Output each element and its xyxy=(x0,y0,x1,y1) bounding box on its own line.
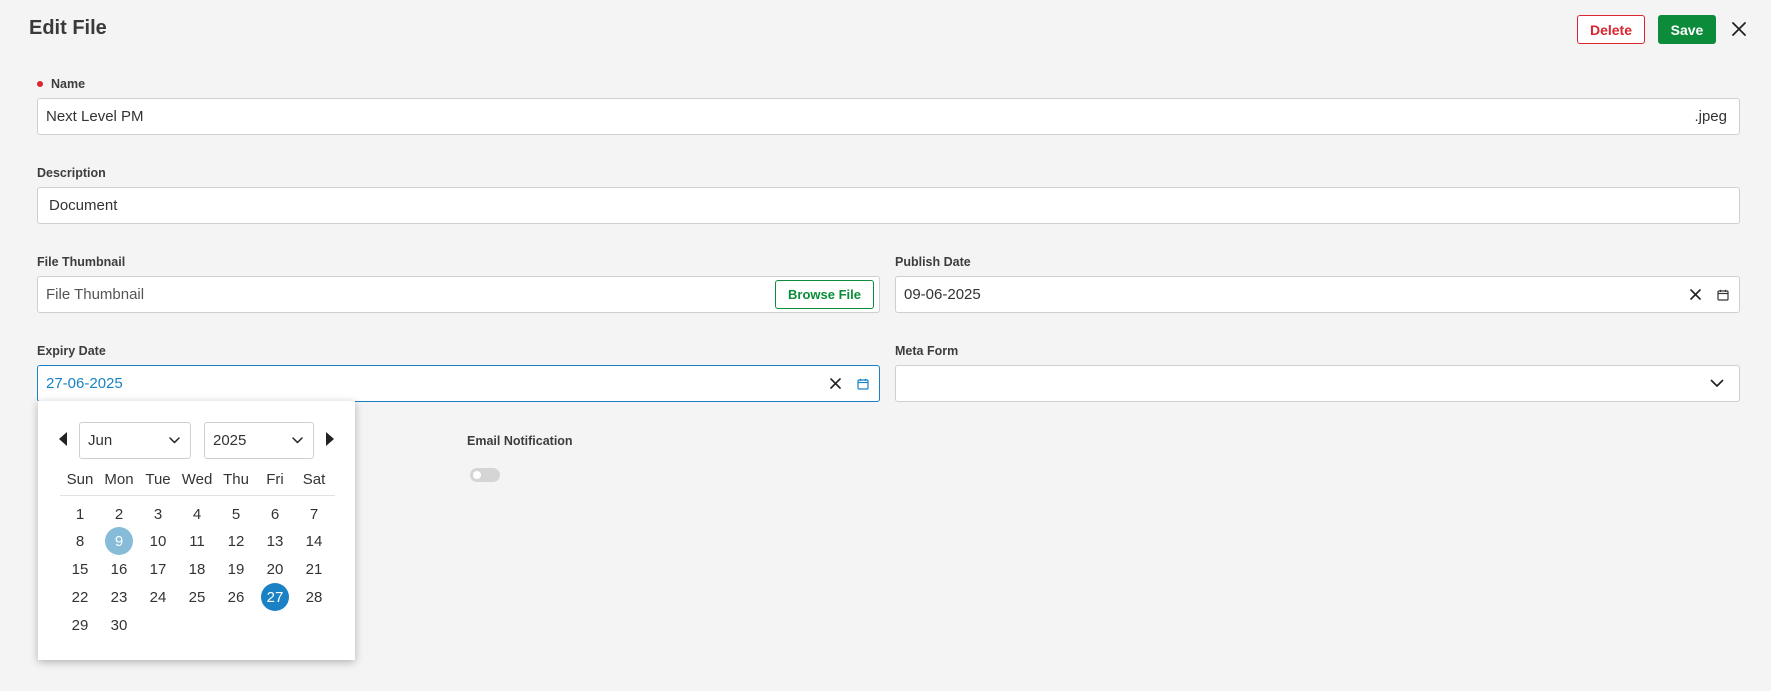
calendar-day[interactable]: 11 xyxy=(183,527,211,555)
date-picker-popup: Jun 2025 Sun Mon Tue Wed Thu Fri Sat 123456789… xyxy=(38,401,355,660)
divider xyxy=(60,495,335,496)
calendar-day[interactable]: 10 xyxy=(144,527,172,555)
save-button[interactable]: Save xyxy=(1658,15,1716,44)
weekday-label: Sat xyxy=(302,471,326,488)
calendar-day[interactable]: 29 xyxy=(66,611,94,639)
calendar-day[interactable]: 19 xyxy=(222,555,250,583)
name-label: Name xyxy=(51,77,86,91)
calendar-day[interactable]: 28 xyxy=(300,583,328,611)
publish-date-field[interactable]: 09-06-2025 xyxy=(895,276,1740,313)
previous-month-icon[interactable] xyxy=(56,430,70,448)
calendar-day[interactable]: 4 xyxy=(183,500,211,528)
page-title: Edit File xyxy=(29,17,107,39)
file-thumbnail-label: File Thumbnail xyxy=(37,255,126,269)
calendar-day[interactable]: 9 xyxy=(105,527,133,555)
description-value: Document xyxy=(49,197,118,214)
year-select[interactable]: 2025 xyxy=(204,422,314,459)
expiry-date-field[interactable]: 27-06-2025 xyxy=(37,365,880,402)
chevron-down-icon xyxy=(169,437,180,444)
weekday-header: Sun Mon Tue Wed Thu Fri Sat xyxy=(58,471,335,491)
toggle-knob xyxy=(473,471,481,479)
file-thumbnail-placeholder: File Thumbnail xyxy=(46,286,145,303)
calendar-day[interactable]: 17 xyxy=(144,555,172,583)
calendar-icon[interactable] xyxy=(849,370,877,398)
calendar-day[interactable]: 2 xyxy=(105,500,133,528)
description-label: Description xyxy=(37,166,106,180)
meta-form-label: Meta Form xyxy=(895,344,959,358)
delete-button[interactable]: Delete xyxy=(1577,15,1645,44)
calendar-day[interactable]: 18 xyxy=(183,555,211,583)
email-notification-toggle[interactable] xyxy=(470,468,500,482)
calendar-day[interactable]: 26 xyxy=(222,583,250,611)
month-value: Jun xyxy=(88,432,113,449)
weekday-label: Fri xyxy=(266,471,284,488)
calendar-day[interactable]: 22 xyxy=(66,583,94,611)
year-value: 2025 xyxy=(213,432,247,449)
calendar-day[interactable]: 20 xyxy=(261,555,289,583)
file-extension: .jpeg xyxy=(1694,108,1727,125)
calendar-day[interactable]: 23 xyxy=(105,583,133,611)
close-icon[interactable] xyxy=(1726,16,1752,42)
calendar-icon[interactable] xyxy=(1709,281,1737,309)
calendar-day[interactable]: 15 xyxy=(66,555,94,583)
email-notification-label: Email Notification xyxy=(467,434,573,448)
expiry-date-value: 27-06-2025 xyxy=(46,375,123,392)
calendar-day[interactable]: 13 xyxy=(261,527,289,555)
calendar-day[interactable]: 14 xyxy=(300,527,328,555)
meta-form-select[interactable] xyxy=(895,365,1740,402)
weekday-label: Tue xyxy=(145,471,171,488)
publish-date-label: Publish Date xyxy=(895,255,971,269)
calendar-day[interactable]: 25 xyxy=(183,583,211,611)
calendar-day[interactable]: 1 xyxy=(66,500,94,528)
weekday-label: Mon xyxy=(104,471,134,488)
calendar-day[interactable]: 7 xyxy=(300,500,328,528)
name-field[interactable]: Next Level PM .jpeg xyxy=(37,98,1740,135)
chevron-down-icon[interactable] xyxy=(1703,370,1731,398)
chevron-down-icon xyxy=(292,437,303,444)
calendar-day[interactable]: 5 xyxy=(222,500,250,528)
publish-date-value: 09-06-2025 xyxy=(904,286,981,303)
required-indicator xyxy=(37,81,43,87)
calendar-day[interactable]: 21 xyxy=(300,555,328,583)
calendar-day[interactable]: 6 xyxy=(261,500,289,528)
clear-icon[interactable] xyxy=(821,370,849,398)
weekday-label: Wed xyxy=(181,471,213,488)
description-field[interactable]: Document xyxy=(37,187,1740,224)
calendar-day[interactable]: 24 xyxy=(144,583,172,611)
browse-file-button[interactable]: Browse File xyxy=(775,280,874,309)
weekday-label: Sun xyxy=(66,471,94,488)
month-select[interactable]: Jun xyxy=(79,422,191,459)
expiry-date-label: Expiry Date xyxy=(37,344,106,358)
calendar-day[interactable]: 30 xyxy=(105,611,133,639)
file-thumbnail-field[interactable]: File Thumbnail Browse File xyxy=(37,276,880,313)
clear-icon[interactable] xyxy=(1681,281,1709,309)
next-month-icon[interactable] xyxy=(323,430,337,448)
calendar-day-selected[interactable]: 27 xyxy=(261,583,289,611)
calendar-day[interactable]: 12 xyxy=(222,527,250,555)
name-value: Next Level PM xyxy=(46,108,144,125)
calendar-day[interactable]: 3 xyxy=(144,500,172,528)
calendar-day[interactable]: 16 xyxy=(105,555,133,583)
weekday-label: Thu xyxy=(223,471,249,488)
calendar-day[interactable]: 8 xyxy=(66,527,94,555)
